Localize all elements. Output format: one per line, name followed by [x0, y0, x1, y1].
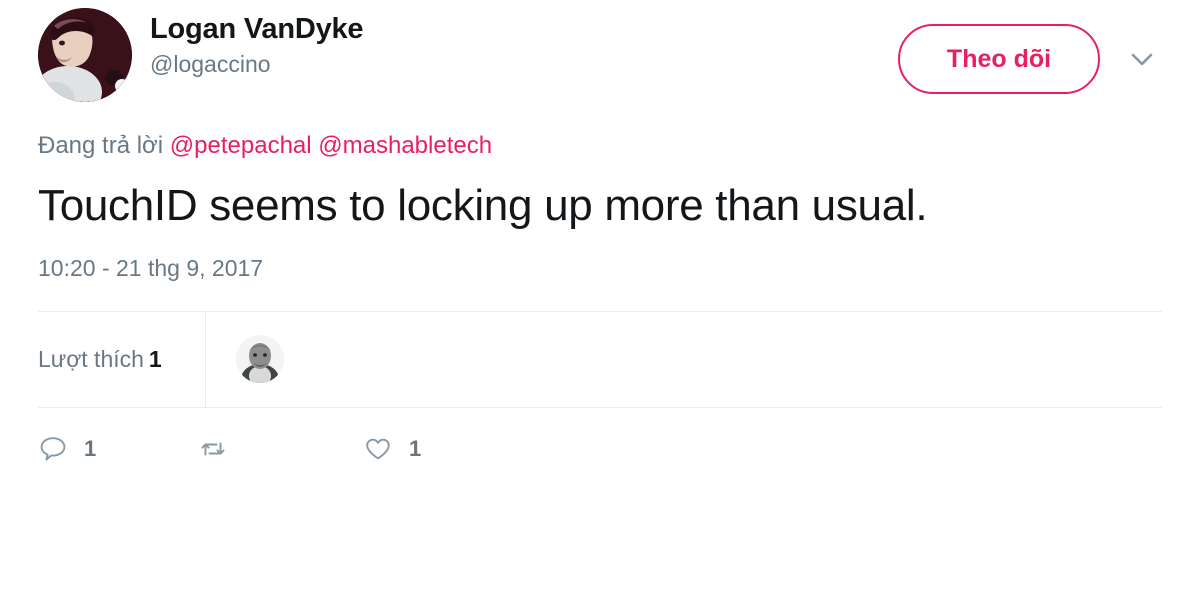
reply-context-prefix: Đang trả lời — [38, 132, 164, 159]
retweet-button[interactable] — [198, 434, 363, 464]
reply-context-mentions[interactable]: @petepachal @mashabletech — [170, 132, 492, 159]
avatar[interactable] — [38, 8, 132, 102]
likes-count: 1 — [148, 345, 162, 372]
reply-button[interactable]: 1 — [38, 434, 198, 464]
follow-button[interactable]: Theo dõi — [898, 24, 1100, 94]
tweet-detail: Logan VanDyke @logaccino Theo dõi Đang t… — [0, 0, 1200, 607]
likes-strip: Lượt thích 1 — [38, 310, 1162, 408]
reply-context: Đang trả lời @petepachal @mashabletech — [0, 108, 1200, 161]
author-identity: Logan VanDyke @logaccino — [150, 8, 898, 80]
tweet-text: TouchID seems to locking up more than us… — [38, 181, 928, 231]
author-display-name[interactable]: Logan VanDyke — [150, 12, 898, 47]
likes-label-text: Lượt thích — [38, 345, 144, 372]
reply-icon — [38, 434, 68, 464]
likes-count-cell[interactable]: Lượt thích 1 — [38, 311, 206, 407]
more-options-button[interactable] — [1122, 39, 1162, 79]
chevron-down-icon — [1126, 43, 1158, 75]
likes-label: Lượt thích 1 — [38, 346, 162, 373]
like-button[interactable]: 1 — [363, 434, 523, 464]
author-handle[interactable]: @logaccino — [150, 49, 898, 80]
tweet-header: Logan VanDyke @logaccino Theo dõi — [0, 0, 1200, 108]
likers-cell — [206, 312, 284, 407]
liker-avatar[interactable] — [236, 335, 284, 384]
header-actions: Theo dõi — [898, 8, 1162, 94]
tweet-timestamp[interactable]: 10:20 - 21 thg 9, 2017 — [0, 235, 1200, 283]
retweet-icon — [198, 434, 228, 464]
reply-count: 1 — [84, 435, 97, 461]
author-avatar-image[interactable] — [38, 8, 132, 102]
action-bar: 1 1 — [0, 408, 1200, 464]
like-count: 1 — [409, 435, 422, 461]
heart-icon — [363, 434, 393, 464]
